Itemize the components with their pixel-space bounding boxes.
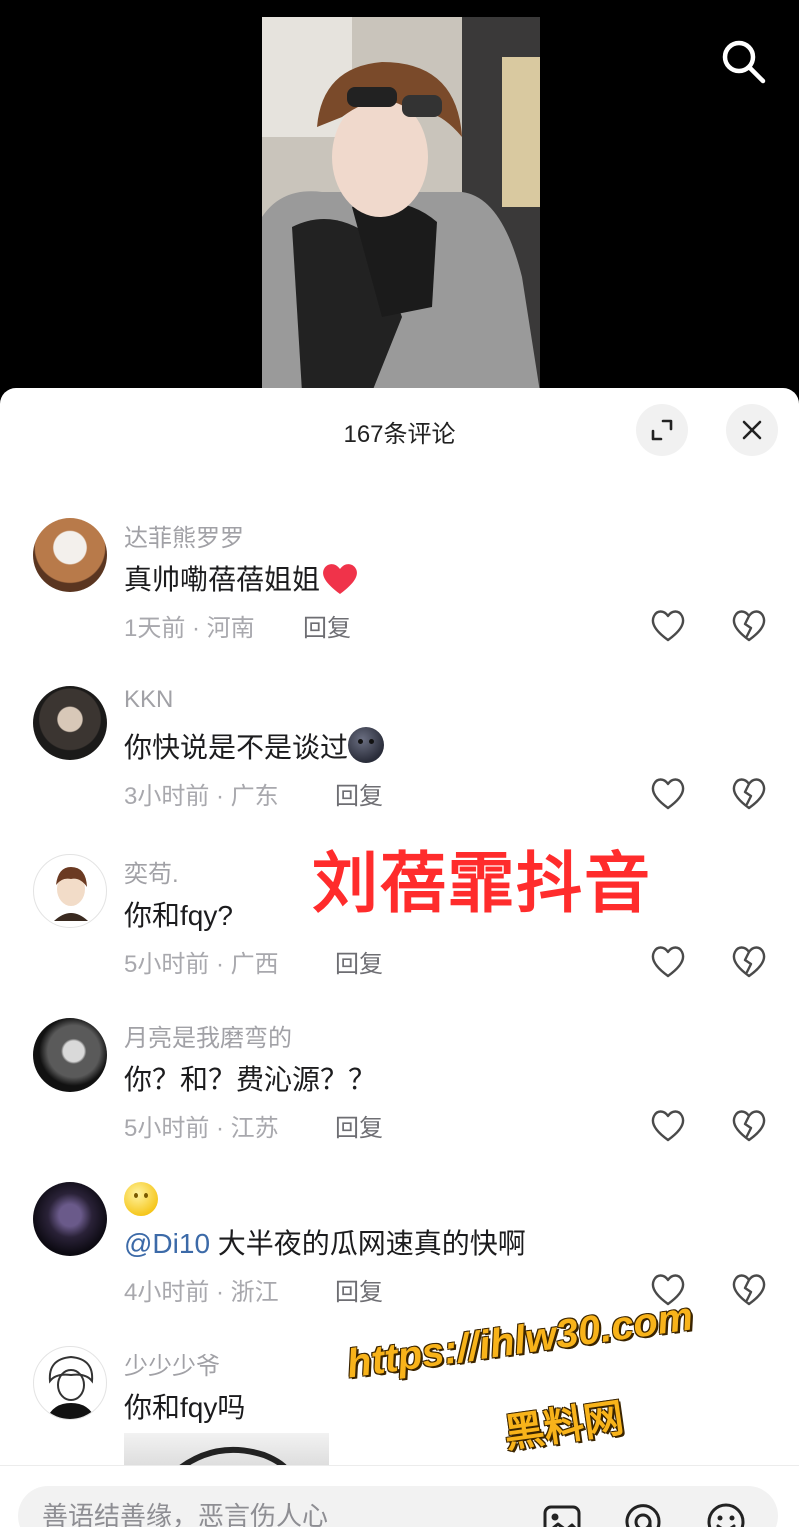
comment-item: 达菲熊罗罗 真帅嘞蓓蓓姐姐 1天前 · 河南 回复: [0, 518, 799, 678]
comment-meta: 4小时前 · 浙江: [124, 1279, 279, 1306]
dark-face-emoji-icon: [348, 727, 385, 763]
dislike-button[interactable]: [729, 606, 769, 646]
dislike-button[interactable]: [729, 942, 769, 982]
dislike-button[interactable]: [729, 1106, 769, 1146]
like-icon: [651, 610, 685, 642]
video-player[interactable]: [0, 0, 799, 400]
comment-item: KKN 你快说是不是谈过 3小时前 · 广东 回复: [0, 686, 799, 846]
smile-emoji-username-icon[interactable]: [124, 1182, 158, 1216]
avatar[interactable]: [33, 686, 107, 760]
comment-username[interactable]: 达菲熊罗罗: [124, 518, 244, 553]
dislike-icon: [732, 1110, 766, 1142]
mention-button[interactable]: [621, 1500, 665, 1527]
avatar-illustration: [54, 867, 88, 921]
comment-meta: 1天前 · 河南: [124, 615, 255, 642]
comment-sheet: 167条评论 达菲熊罗罗 真帅嘞蓓蓓姐姐 1天前 · 河南 回复 KKN 你快说…: [0, 388, 799, 1527]
comment-text: @Di10 大半夜的瓜网速真的快啊: [124, 1222, 526, 1262]
comment-username[interactable]: KKN: [124, 686, 173, 714]
mention-link[interactable]: @Di10: [124, 1228, 210, 1259]
red-heart-emoji-icon: [323, 564, 357, 594]
video-frame[interactable]: [262, 17, 540, 392]
comment-input-bar: [0, 1465, 799, 1527]
watermark-title: 刘蓓霏抖音: [312, 846, 652, 920]
comment-meta: 5小时前 · 广西: [124, 951, 279, 978]
image-icon: [543, 1505, 581, 1527]
reply-button[interactable]: 回复: [335, 776, 383, 811]
comment-text-content: 你快说是不是谈过: [124, 732, 349, 763]
dislike-icon: [732, 610, 766, 642]
avatar[interactable]: [33, 518, 107, 592]
emoji-button[interactable]: [704, 1500, 748, 1527]
close-button[interactable]: [726, 404, 778, 456]
comment-text: 真帅嘞蓓蓓姐姐: [124, 558, 360, 598]
comment-username[interactable]: 少少少爷: [124, 1346, 220, 1381]
close-icon: [742, 420, 762, 440]
expand-button[interactable]: [636, 404, 688, 456]
like-button[interactable]: [648, 1106, 688, 1146]
reply-button[interactable]: 回复: [335, 1272, 383, 1307]
reply-button[interactable]: 回复: [335, 944, 383, 979]
expand-icon: [651, 419, 673, 441]
avatar[interactable]: [33, 1346, 107, 1420]
like-icon: [651, 946, 685, 978]
like-icon: [651, 778, 685, 810]
comment-text-content: 真帅嘞蓓蓓姐姐: [124, 564, 321, 595]
at-icon: [625, 1504, 661, 1527]
dislike-button[interactable]: [729, 774, 769, 814]
like-button[interactable]: [648, 774, 688, 814]
search-icon: [722, 40, 766, 84]
search-button[interactable]: [718, 36, 768, 86]
comment-meta: 5小时前 · 江苏: [124, 1115, 279, 1142]
avatar[interactable]: [33, 1182, 107, 1256]
reply-button[interactable]: 回复: [335, 1108, 383, 1143]
comment-text: 你和fqy吗: [124, 1392, 246, 1423]
comment-text-content: 大半夜的瓜网速真的快啊: [210, 1228, 526, 1259]
avatar[interactable]: [33, 1018, 107, 1092]
reply-button[interactable]: 回复: [303, 608, 351, 643]
video-person-image: [262, 17, 540, 392]
avatar[interactable]: [33, 854, 107, 928]
comment-meta: 3小时前 · 广东: [124, 783, 279, 810]
sheet-header: 167条评论: [0, 388, 799, 472]
comment-text: 你和fqy?: [124, 900, 233, 931]
comment-username[interactable]: 月亮是我磨弯的: [124, 1018, 292, 1053]
comment-item: 月亮是我磨弯的 你？和？费沁源？？ 5小时前 · 江苏 回复: [0, 1018, 799, 1178]
comment-text: 你？和？费沁源？？: [124, 1064, 377, 1095]
emoji-icon: [707, 1503, 745, 1527]
avatar-illustration: [46, 1355, 96, 1419]
like-button[interactable]: [648, 606, 688, 646]
like-button[interactable]: [648, 942, 688, 982]
like-icon: [651, 1110, 685, 1142]
dislike-icon: [732, 778, 766, 810]
dislike-icon: [732, 946, 766, 978]
comment-text: 你快说是不是谈过: [124, 726, 385, 766]
comment-username[interactable]: 奕苟.: [124, 854, 179, 889]
image-button[interactable]: [540, 1500, 584, 1527]
